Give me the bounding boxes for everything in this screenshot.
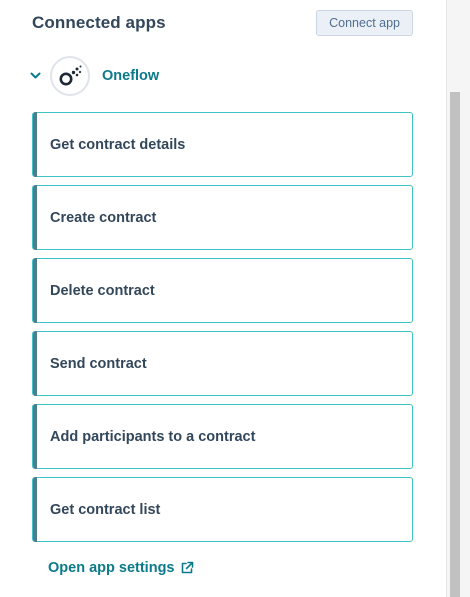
action-card-create-contract[interactable]: Create contract xyxy=(32,185,413,250)
action-label: Send contract xyxy=(50,355,147,372)
settings-link-label: Open app settings xyxy=(48,560,175,576)
action-card-get-contract-list[interactable]: Get contract list xyxy=(32,477,413,542)
open-app-settings-link[interactable]: Open app settings xyxy=(48,560,194,576)
external-link-icon xyxy=(181,561,193,574)
action-list: Get contract details Create contract Del… xyxy=(32,112,413,550)
connected-apps-panel: Connected apps Connect app Oneflow Get c… xyxy=(0,0,446,597)
action-card-add-participants[interactable]: Add participants to a contract xyxy=(32,404,413,469)
action-label: Delete contract xyxy=(50,282,155,299)
action-label: Get contract list xyxy=(50,501,161,518)
action-label: Get contract details xyxy=(50,136,186,153)
action-card-delete-contract[interactable]: Delete contract xyxy=(32,258,413,323)
scrollbar-thumb[interactable] xyxy=(450,92,460,597)
action-card-get-contract-details[interactable]: Get contract details xyxy=(32,112,413,177)
chevron-down-icon[interactable] xyxy=(28,69,42,83)
action-card-send-contract[interactable]: Send contract xyxy=(32,331,413,396)
connect-app-button[interactable]: Connect app xyxy=(316,10,413,36)
app-name-link[interactable]: Oneflow xyxy=(102,68,159,84)
app-row-oneflow: Oneflow xyxy=(28,56,159,96)
scrollbar-track[interactable] xyxy=(446,0,470,597)
action-label: Create contract xyxy=(50,209,157,226)
oneflow-logo-icon xyxy=(50,56,90,96)
action-label: Add participants to a contract xyxy=(50,428,256,445)
panel-title: Connected apps xyxy=(32,13,166,32)
panel-header: Connected apps Connect app xyxy=(32,9,413,37)
